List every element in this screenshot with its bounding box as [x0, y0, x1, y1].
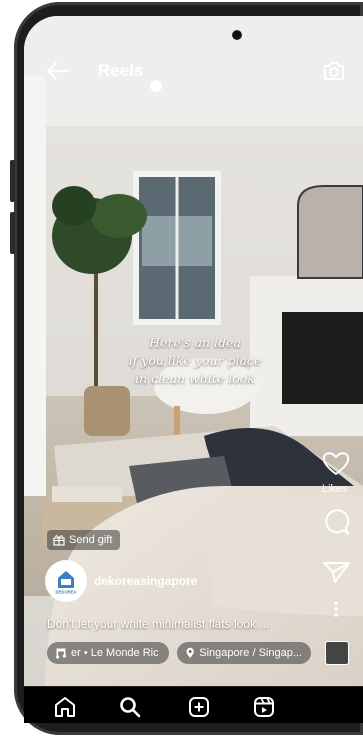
send-gift-button[interactable]: Send gift: [47, 530, 121, 550]
like-heart-icon[interactable]: [318, 450, 354, 476]
share-send-icon[interactable]: [318, 560, 354, 584]
avatar-text: DEKOREA: [56, 590, 77, 595]
camera-icon[interactable]: [322, 59, 346, 83]
location-pill[interactable]: Singapore / Singap...: [177, 642, 311, 664]
overlay-line: if you like your place: [128, 353, 262, 368]
home-icon[interactable]: [53, 695, 77, 719]
gift-icon: [53, 535, 65, 546]
back-arrow-icon[interactable]: [46, 60, 70, 82]
location-label: Singapore / Singap...: [199, 647, 302, 659]
audio-thumbnail[interactable]: [325, 641, 349, 665]
more-options-icon[interactable]: [318, 600, 354, 618]
front-camera: [233, 31, 241, 39]
username[interactable]: dekoreasingapore: [94, 574, 197, 588]
video-text-overlay: Here's an idea if you like your place in…: [100, 334, 290, 388]
overlay-line: Here's an idea: [149, 335, 241, 350]
volume-down-button: [10, 212, 15, 254]
dekorea-logo: DEKOREA: [48, 563, 84, 599]
audio-pill[interactable]: er • Le Monde Ric: [47, 642, 169, 664]
likes-label[interactable]: Likes: [322, 483, 348, 495]
avatar[interactable]: DEKOREA: [47, 562, 85, 600]
audio-label: er • Le Monde Ric: [71, 647, 159, 659]
bottom-navigation: [24, 686, 363, 723]
reels-icon[interactable]: [252, 695, 276, 719]
music-note-icon: [56, 648, 66, 659]
reels-header: Reels: [24, 55, 363, 87]
search-icon[interactable]: [118, 695, 142, 719]
create-icon[interactable]: [187, 695, 211, 719]
overlay-line: in clean white look: [135, 371, 255, 386]
comment-icon[interactable]: [318, 508, 354, 536]
send-gift-label: Send gift: [69, 534, 113, 546]
location-pin-icon: [186, 647, 194, 659]
volume-up-button: [10, 160, 15, 202]
page-title: Reels: [98, 61, 144, 80]
caption[interactable]: Don't let your white minimalist flats lo…: [47, 617, 269, 631]
